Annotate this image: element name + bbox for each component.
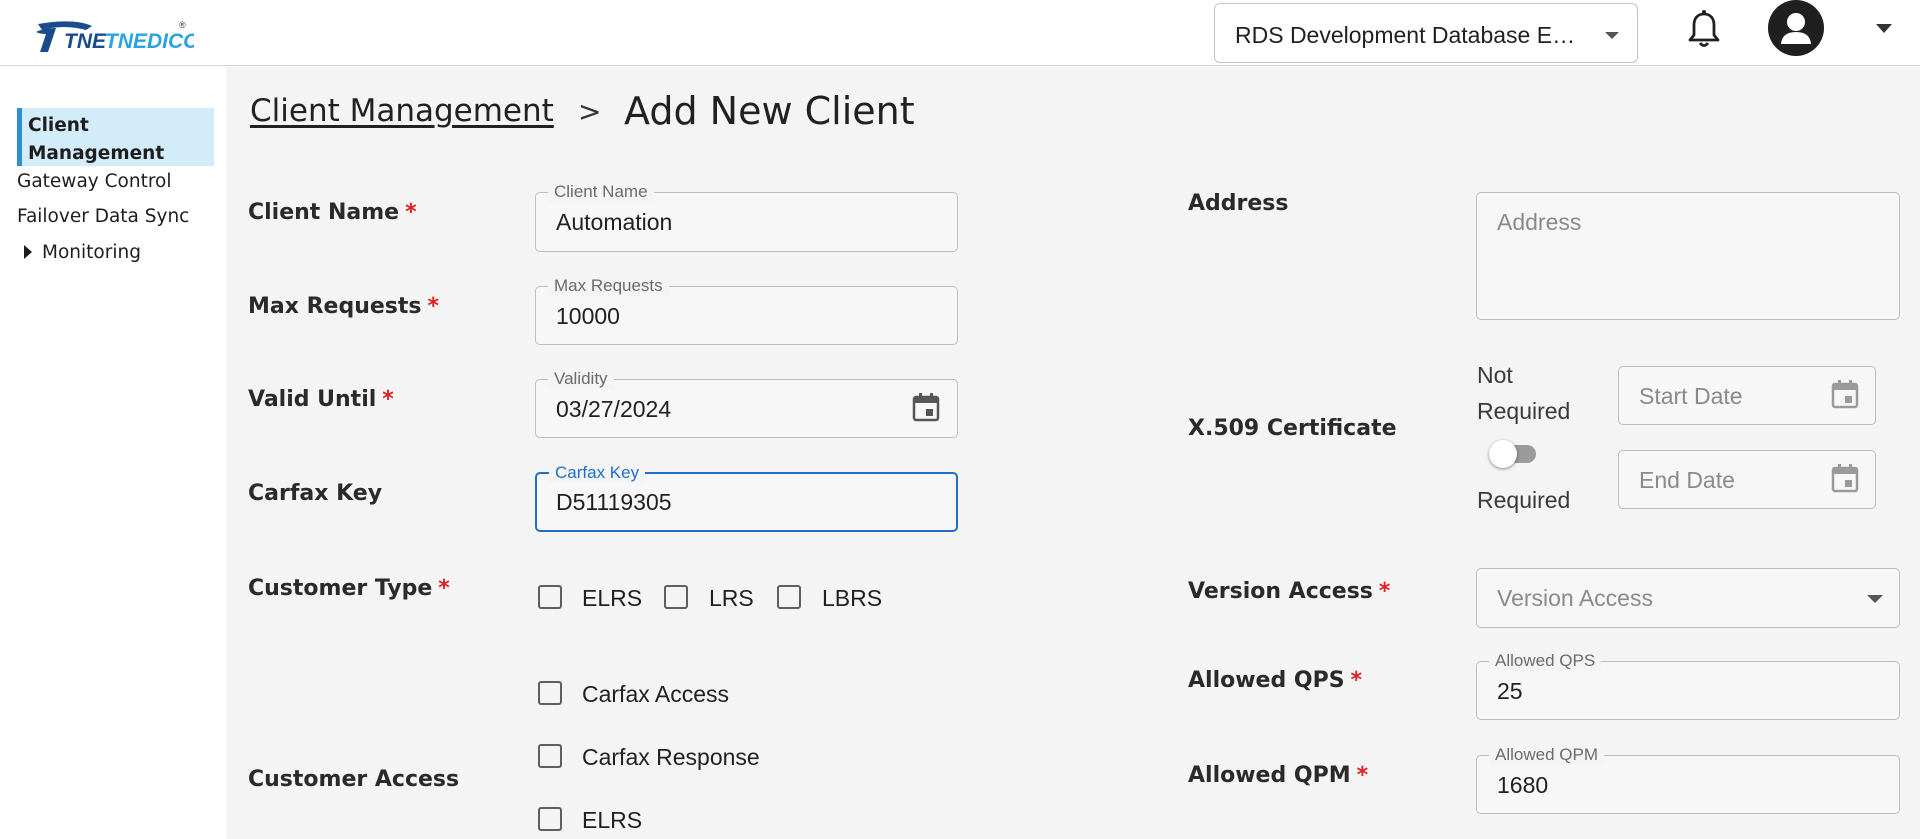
checkbox-label: LRS	[709, 585, 754, 611]
allowed-qpm-label-text: Allowed QPM	[1188, 763, 1351, 788]
logo-mark-icon: TNE TNEDICCA ®	[36, 20, 214, 53]
allowed-qpm-field[interactable]: Allowed QPM 1680	[1476, 745, 1900, 814]
calendar-icon[interactable]	[1831, 379, 1859, 409]
breadcrumb-separator: >	[578, 95, 602, 128]
customer-type-label: Customer Type *	[248, 576, 450, 601]
sidebar-item-label: Gateway Control	[17, 171, 172, 192]
company-logo[interactable]: TNE TNEDICCA ®	[34, 18, 214, 58]
checkbox-label: ELRS	[582, 585, 643, 611]
required-marker: *	[1350, 668, 1363, 693]
chevron-down-icon	[1605, 32, 1619, 39]
field-placeholder: End Date	[1639, 467, 1735, 493]
bell-icon[interactable]	[1684, 8, 1724, 52]
sidebar-item-label: Failover Data Sync	[17, 206, 190, 227]
top-bar: TNE TNEDICCA ® RDS Development Database …	[0, 0, 1920, 66]
checkbox-label: LBRS	[822, 585, 883, 611]
field-placeholder: Version Access	[1497, 585, 1653, 611]
field-legend: Max Requests	[548, 276, 669, 296]
valid-until-label-text: Valid Until	[248, 387, 377, 412]
calendar-icon[interactable]	[1831, 463, 1859, 493]
sidebar-item-gateway-control[interactable]: Gateway Control	[17, 171, 171, 192]
allowed-qps-field[interactable]: Allowed QPS 25	[1476, 651, 1900, 720]
field-value: 25	[1497, 678, 1523, 704]
chevron-down-icon	[1867, 595, 1883, 603]
required-marker: *	[382, 387, 394, 412]
field-legend: Validity	[548, 369, 614, 389]
field-value: 1680	[1497, 772, 1549, 798]
allowed-qpm-label: Allowed QPM *	[1188, 763, 1368, 788]
x509-certificate-label: X.509 Certificate	[1188, 416, 1397, 441]
field-value: D51119305	[556, 489, 672, 515]
sidebar-item-failover-data-sync[interactable]: Failover Data Sync	[17, 206, 189, 227]
field-legend: Allowed QPS	[1489, 651, 1602, 671]
required-marker: *	[405, 200, 417, 225]
end-date-field[interactable]: End Date	[1618, 450, 1876, 509]
carfax-key-field[interactable]: Carfax Key D51119305	[535, 463, 958, 532]
start-date-field[interactable]: Start Date	[1618, 366, 1876, 425]
carfax-key-label: Carfax Key	[248, 481, 383, 506]
checkbox-carfax-response[interactable]	[538, 744, 562, 768]
address-field[interactable]: Address	[1476, 192, 1900, 320]
sidebar-item-label: Monitoring	[42, 242, 141, 263]
client-name-field[interactable]: Client Name Automation	[535, 182, 958, 252]
caret-right-icon	[24, 245, 32, 259]
field-placeholder: Address	[1497, 209, 1582, 235]
allowed-qps-label-text: Allowed QPS	[1188, 668, 1345, 693]
certificate-toggle-knob[interactable]	[1489, 440, 1517, 468]
validity-date-field[interactable]: Validity 03/27/2024	[535, 369, 958, 438]
required-marker: *	[1356, 763, 1369, 788]
sidebar: Client Management Gateway Control Failov…	[0, 66, 226, 839]
database-selector-value: RDS Development Database ELRS	[1235, 22, 1585, 48]
customer-access-label: Customer Access	[248, 767, 460, 792]
checkbox-customer-type-lbrs[interactable]	[777, 585, 801, 609]
user-avatar-icon[interactable]	[1768, 0, 1824, 56]
page-title: Add New Client	[624, 89, 915, 133]
client-name-label: Client Name *	[248, 200, 417, 225]
sidebar-item-label: Client Management	[28, 115, 165, 164]
valid-until-label: Valid Until *	[248, 387, 394, 412]
checkbox-customer-type-lrs[interactable]	[664, 585, 688, 609]
required-label: Required	[1477, 487, 1571, 513]
address-label: Address	[1188, 191, 1289, 216]
chevron-down-icon[interactable]	[1876, 24, 1892, 33]
checkbox-customer-access-elrs[interactable]	[538, 807, 562, 831]
field-legend: Carfax Key	[549, 463, 646, 483]
required-marker: *	[1378, 579, 1391, 604]
checkbox-carfax-access[interactable]	[538, 681, 562, 705]
svg-text:TNE: TNE	[64, 30, 107, 53]
checkbox-customer-type-elrs[interactable]	[538, 585, 562, 609]
field-legend: Allowed QPM	[1489, 745, 1604, 765]
field-value: 10000	[556, 303, 620, 329]
sidebar-item-client-management[interactable]: Client Management	[17, 108, 214, 166]
required-marker: *	[438, 576, 450, 601]
version-access-label: Version Access *	[1188, 579, 1390, 604]
max-requests-label: Max Requests *	[248, 294, 439, 319]
max-requests-field[interactable]: Max Requests 10000	[535, 276, 958, 345]
customer-type-label-text: Customer Type	[248, 576, 433, 601]
checkbox-label: Carfax Access	[582, 681, 729, 707]
calendar-icon[interactable]	[912, 392, 940, 422]
logo-registered-mark: ®	[179, 20, 186, 30]
max-requests-label-text: Max Requests	[248, 294, 422, 319]
allowed-qps-label: Allowed QPS *	[1188, 668, 1362, 693]
client-name-label-text: Client Name	[248, 200, 400, 225]
database-selector[interactable]: RDS Development Database ELRS	[1214, 3, 1638, 63]
checkbox-label: ELRS	[582, 807, 643, 833]
version-access-label-text: Version Access	[1188, 579, 1373, 604]
main-content: Client Management > Add New Client Clien…	[226, 67, 1920, 839]
version-access-select[interactable]: Version Access	[1476, 568, 1900, 628]
field-placeholder: Start Date	[1639, 383, 1743, 409]
breadcrumb-link-client-management[interactable]: Client Management	[250, 93, 554, 129]
field-legend: Client Name	[548, 182, 654, 202]
checkbox-label: Carfax Response	[582, 744, 760, 770]
field-value: Automation	[556, 209, 673, 235]
field-value: 03/27/2024	[556, 396, 672, 422]
sidebar-item-monitoring[interactable]: Monitoring	[17, 242, 141, 263]
logo-text: TNEDICCA	[105, 30, 194, 53]
required-marker: *	[427, 294, 440, 319]
not-required-label: Not Required	[1477, 362, 1571, 424]
